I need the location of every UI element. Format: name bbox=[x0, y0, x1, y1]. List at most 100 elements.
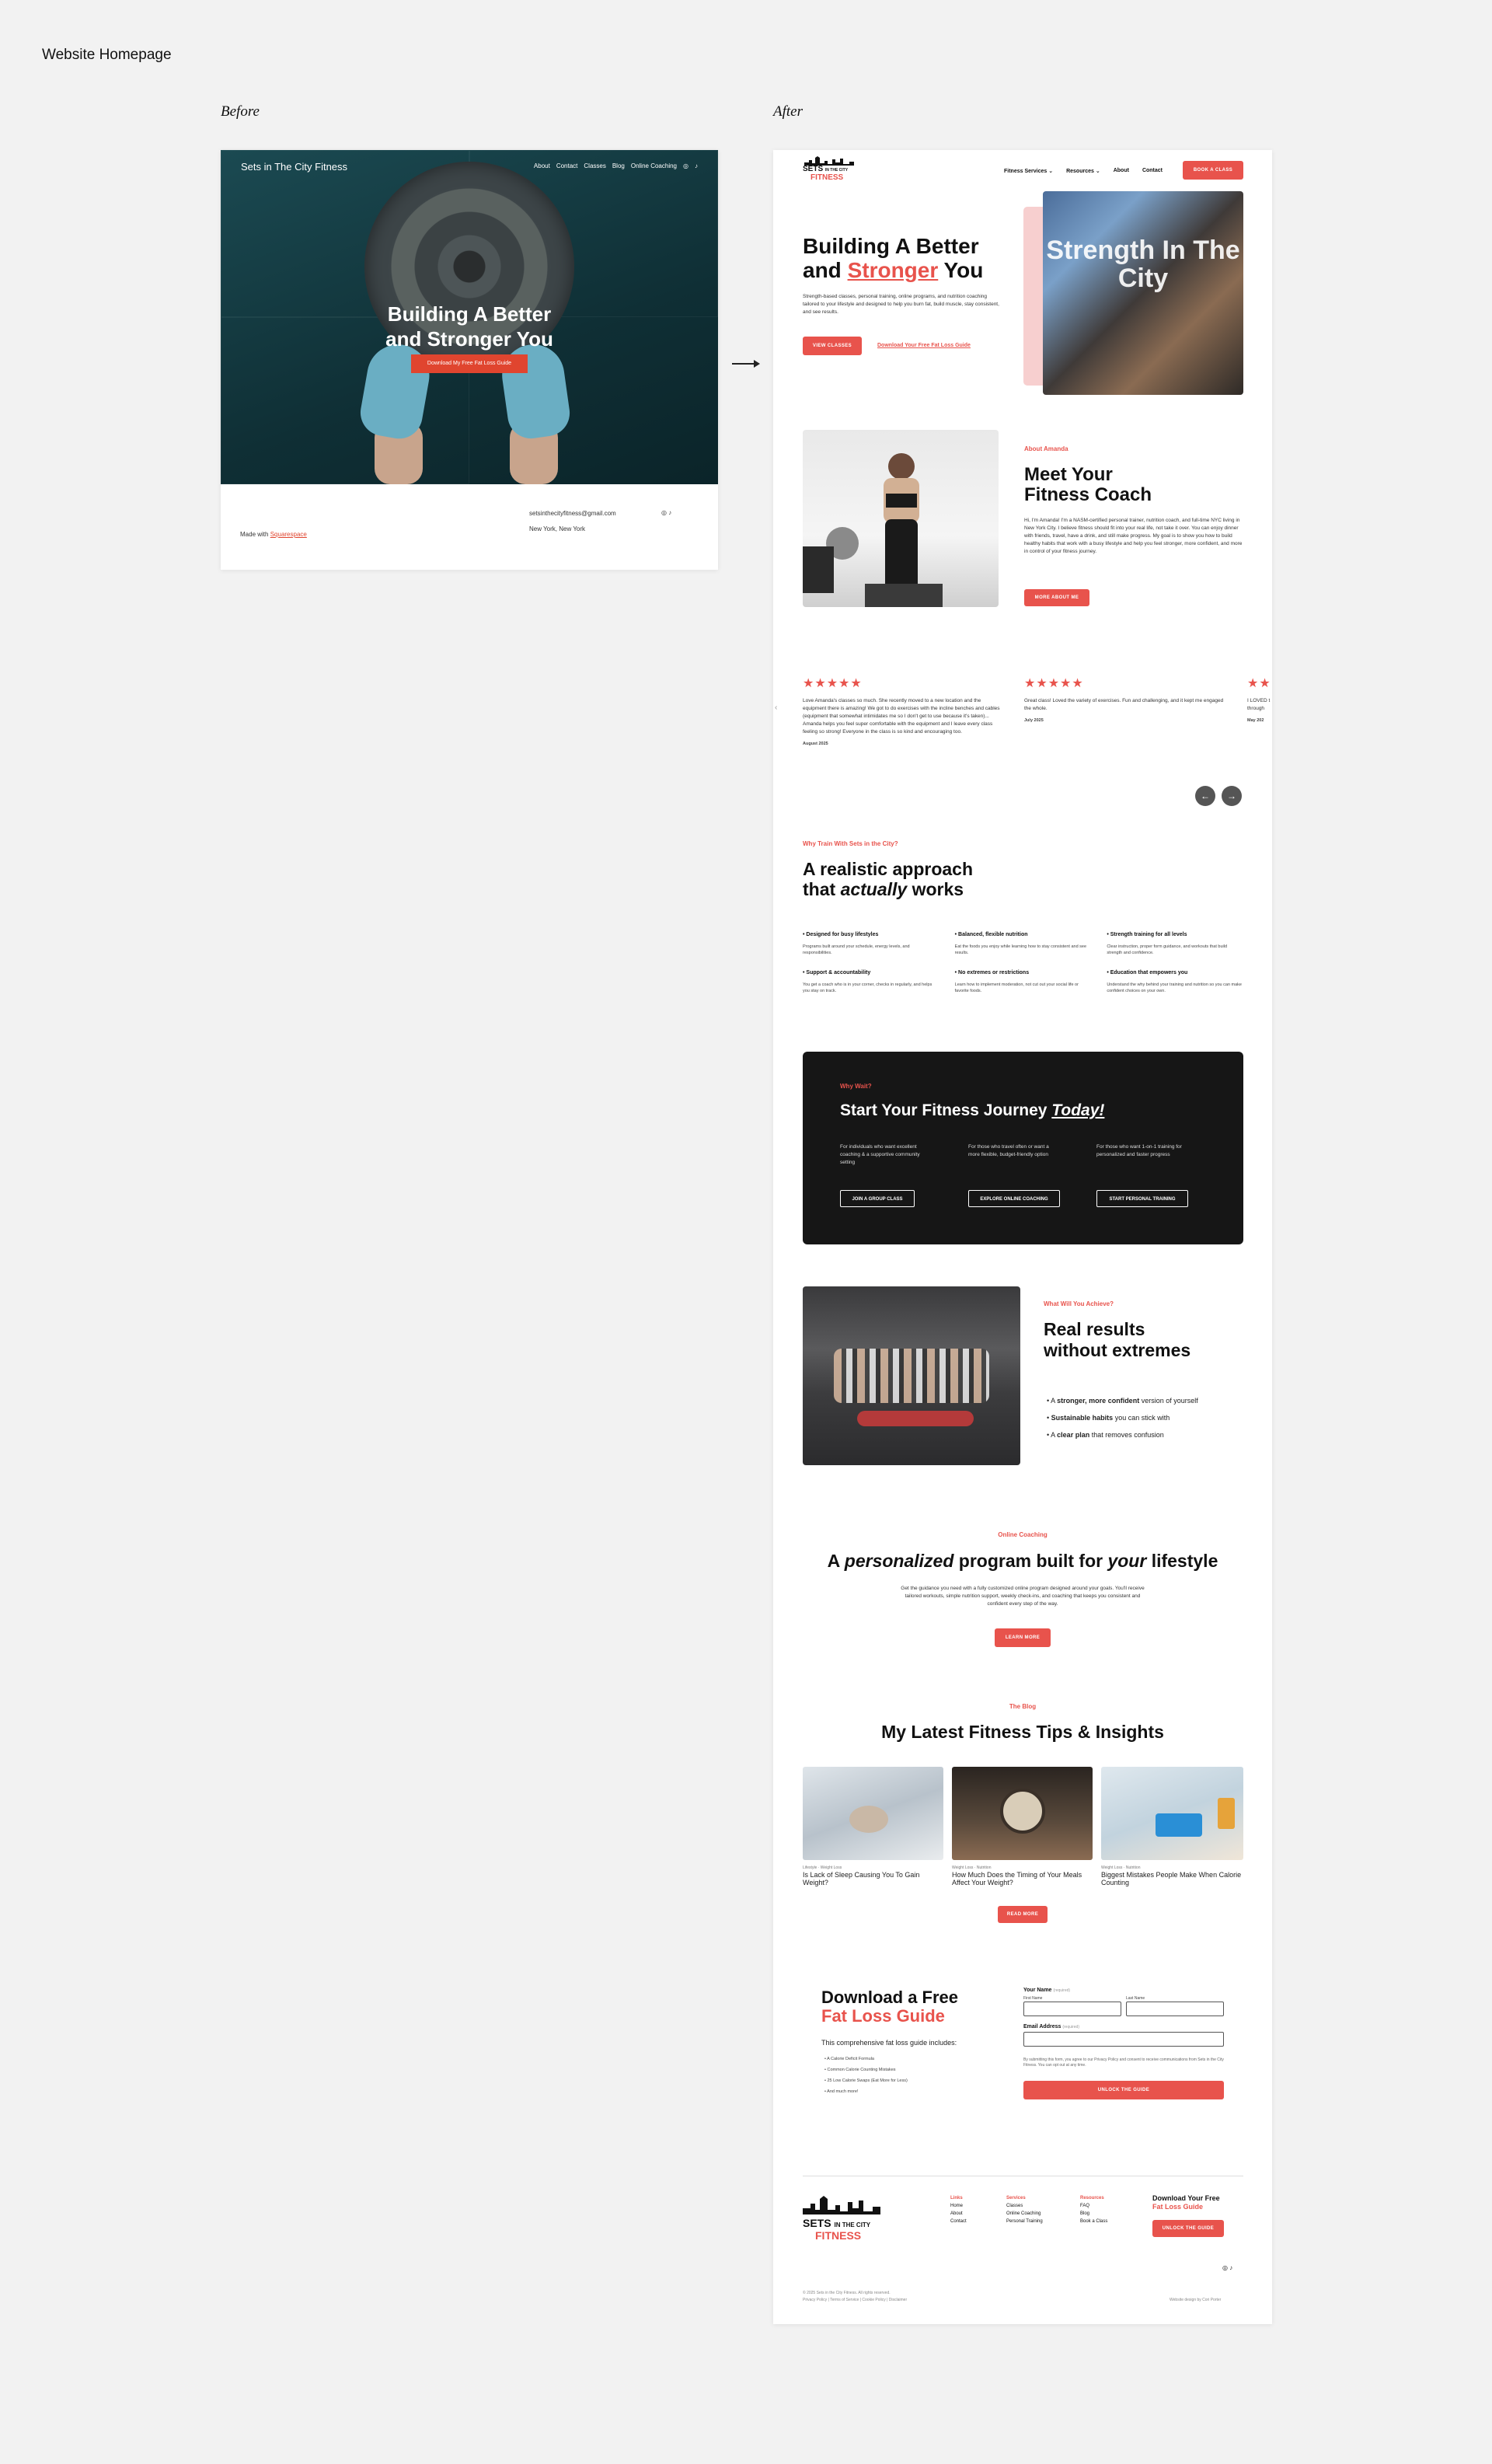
free-guide-link[interactable]: Download Your Free Fat Loss Guide bbox=[877, 343, 971, 348]
made-with-text: Made with bbox=[240, 531, 269, 538]
before-nav-classes[interactable]: Classes bbox=[584, 162, 605, 169]
journey-eyebrow: Why Wait? bbox=[840, 1083, 872, 1090]
footer-link-home[interactable]: Home bbox=[950, 2202, 967, 2210]
view-classes-button[interactable]: VIEW CLASSES bbox=[803, 337, 862, 355]
read-more-button[interactable]: READ MORE bbox=[998, 1906, 1048, 1923]
before-social-icons[interactable]: ◎ ♪ bbox=[661, 509, 671, 516]
before-nav-blog[interactable]: Blog bbox=[612, 162, 625, 169]
journey-option-text: For individuals who want excellent coach… bbox=[840, 1144, 920, 1165]
guide-list: • A Calorie Deficit Formula • Common Cal… bbox=[824, 2054, 908, 2097]
tiktok-icon[interactable]: ♪ bbox=[1229, 2264, 1232, 2271]
nav-resources[interactable]: Resources ⌄ bbox=[1066, 168, 1100, 174]
about-body: Hi, I'm Amanda! I'm a NASM-certified per… bbox=[1024, 518, 1243, 554]
about-title: Meet Your Fitness Coach bbox=[1024, 464, 1152, 505]
blog-card[interactable]: Weight Loss · Nutrition Biggest Mistakes… bbox=[1101, 1767, 1243, 1886]
blog-post-title[interactable]: How Much Does the Timing of Your Meals A… bbox=[952, 1871, 1093, 1886]
before-location: New York, New York bbox=[529, 525, 586, 532]
footer-column-resources: Resources FAQ Blog Book a Class bbox=[1080, 2194, 1107, 2225]
star-rating: ★★★★★ bbox=[803, 677, 863, 690]
guide-list-item: • And much more! bbox=[824, 2089, 859, 2094]
instagram-icon[interactable]: ◎ bbox=[683, 162, 688, 169]
blog-meta: Weight Loss · Nutrition bbox=[952, 1865, 992, 1870]
before-email[interactable]: setsinthecityfitness@gmail.com bbox=[529, 510, 616, 517]
blog-thumbnail bbox=[952, 1767, 1093, 1860]
carousel-prev-button[interactable]: ← bbox=[1195, 786, 1215, 806]
page-title: Website Homepage bbox=[42, 47, 172, 63]
arrow-icon bbox=[732, 360, 760, 368]
arrow-right-icon: → bbox=[1227, 791, 1236, 801]
blog-thumbnail bbox=[803, 1767, 943, 1860]
instagram-icon[interactable]: ◎ bbox=[1222, 2264, 1228, 2271]
join-group-class-button[interactable]: JOIN A GROUP CLASS bbox=[840, 1190, 915, 1207]
last-name-input[interactable] bbox=[1126, 2002, 1224, 2016]
footer-logo-line2: FITNESS bbox=[815, 2229, 862, 2242]
footer-logo[interactable]: SETS IN THE CITY FITNESS bbox=[803, 2196, 896, 2247]
feature-item: • Support & accountability You get a coac… bbox=[803, 970, 932, 993]
journey-option-text: For those who want 1-on-1 training for p… bbox=[1096, 1144, 1182, 1157]
tiktok-icon[interactable]: ♪ bbox=[695, 162, 698, 169]
results-eyebrow: What Will You Achieve? bbox=[1044, 1300, 1114, 1307]
blog-post-title[interactable]: Biggest Mistakes People Make When Calori… bbox=[1101, 1871, 1243, 1886]
footer-link-personal-training[interactable]: Personal Training bbox=[1006, 2218, 1043, 2225]
footer-link-about[interactable]: About bbox=[950, 2210, 967, 2218]
online-title: A personalized program built for your li… bbox=[827, 1551, 1218, 1571]
before-site-title[interactable]: Sets in The City Fitness bbox=[241, 161, 347, 173]
approach-title: A realistic approach that actually works bbox=[803, 859, 974, 899]
learn-more-button[interactable]: LEARN MORE bbox=[995, 1628, 1051, 1647]
footer-col-title: Services bbox=[1006, 2196, 1026, 2200]
chevron-down-icon: ⌄ bbox=[1048, 169, 1054, 174]
approach-eyebrow: Why Train With Sets in the City? bbox=[803, 840, 898, 847]
before-nav-online-coaching[interactable]: Online Coaching bbox=[631, 162, 677, 169]
explore-online-coaching-button[interactable]: EXPLORE ONLINE COACHING bbox=[968, 1190, 1060, 1207]
first-name-input[interactable] bbox=[1023, 2002, 1121, 2016]
squarespace-link[interactable]: Squarespace bbox=[270, 531, 307, 538]
before-nav-contact[interactable]: Contact bbox=[556, 162, 578, 169]
carousel-edge-icon: ‹ bbox=[775, 703, 778, 712]
guide-form: Your Name (required) First Name Last Nam… bbox=[1023, 1988, 1224, 2099]
skyline-icon bbox=[803, 2196, 880, 2214]
guide-list-item: • Common Calorie Counting Mistakes bbox=[824, 2068, 896, 2072]
footer-col-title: Resources bbox=[1080, 2196, 1104, 2200]
legal-links[interactable]: Privacy Policy | Terms of Service | Cook… bbox=[803, 2297, 907, 2303]
site-logo[interactable]: SETS IN THE CITY FITNESS bbox=[803, 156, 865, 187]
blog-card[interactable]: Lifestyle · Weight Loss Is Lack of Sleep… bbox=[803, 1767, 943, 1886]
main-nav: Fitness Services ⌄ Resources ⌄ About Con… bbox=[1004, 168, 1163, 174]
testimonial-text: Love Amanda's classes so much. She recen… bbox=[803, 698, 1000, 735]
footer-link-book-class[interactable]: Book a Class bbox=[1080, 2218, 1107, 2225]
hero-image-text: Strength In The City bbox=[1046, 236, 1240, 293]
journey-title: Start Your Fitness Journey Today! bbox=[840, 1101, 1105, 1119]
before-cta-button[interactable]: Download My Free Fat Loss Guide bbox=[411, 354, 528, 373]
footer-link-faq[interactable]: FAQ bbox=[1080, 2202, 1107, 2210]
before-headline: Building A Better and Stronger You bbox=[385, 302, 553, 351]
unlock-guide-button[interactable]: UNLOCK THE GUIDE bbox=[1023, 2081, 1224, 2099]
before-made-with: Made with Squarespace bbox=[240, 531, 307, 538]
blog-post-title[interactable]: Is Lack of Sleep Causing You To Gain Wei… bbox=[803, 1871, 943, 1886]
testimonial-card: ★★★★★ Love Amanda's classes so much. She… bbox=[803, 675, 1005, 747]
before-nav-about[interactable]: About bbox=[534, 162, 550, 169]
nav-contact[interactable]: Contact bbox=[1142, 168, 1163, 174]
testimonial-date: May 202 bbox=[1247, 718, 1264, 723]
first-name-group: First Name bbox=[1023, 1995, 1121, 2016]
design-credit[interactable]: Website design by Cori Porter bbox=[1170, 2297, 1221, 2303]
blog-thumbnail bbox=[1101, 1767, 1243, 1860]
footer-link-classes[interactable]: Classes bbox=[1006, 2202, 1043, 2210]
nav-about[interactable]: About bbox=[1114, 168, 1129, 174]
results-list: • A stronger, more confident version of … bbox=[1047, 1392, 1198, 1443]
more-about-me-button[interactable]: MORE ABOUT ME bbox=[1024, 589, 1089, 606]
results-item: • A stronger, more confident version of … bbox=[1047, 1397, 1198, 1405]
footer-unlock-guide-button[interactable]: UNLOCK THE GUIDE bbox=[1152, 2220, 1224, 2237]
chevron-down-icon: ⌄ bbox=[1095, 169, 1100, 174]
footer-link-online-coaching[interactable]: Online Coaching bbox=[1006, 2210, 1043, 2218]
book-class-button[interactable]: BOOK A CLASS bbox=[1183, 161, 1243, 180]
star-rating: ★★★ bbox=[1247, 677, 1272, 690]
footer-link-blog[interactable]: Blog bbox=[1080, 2210, 1107, 2218]
consent-text: By submitting this form, you agree to ou… bbox=[1023, 2057, 1224, 2068]
carousel-next-button[interactable]: → bbox=[1222, 786, 1242, 806]
email-input[interactable] bbox=[1023, 2032, 1224, 2047]
footer-link-contact[interactable]: Contact bbox=[950, 2218, 967, 2225]
nav-fitness-services[interactable]: Fitness Services ⌄ bbox=[1004, 168, 1053, 174]
start-personal-training-button[interactable]: START PERSONAL TRAINING bbox=[1096, 1190, 1188, 1207]
blog-card[interactable]: Weight Loss · Nutrition How Much Does th… bbox=[952, 1767, 1093, 1886]
testimonial-date: July 2025 bbox=[1024, 718, 1044, 723]
hero-headline: Building A Better and Stronger You bbox=[803, 234, 984, 282]
